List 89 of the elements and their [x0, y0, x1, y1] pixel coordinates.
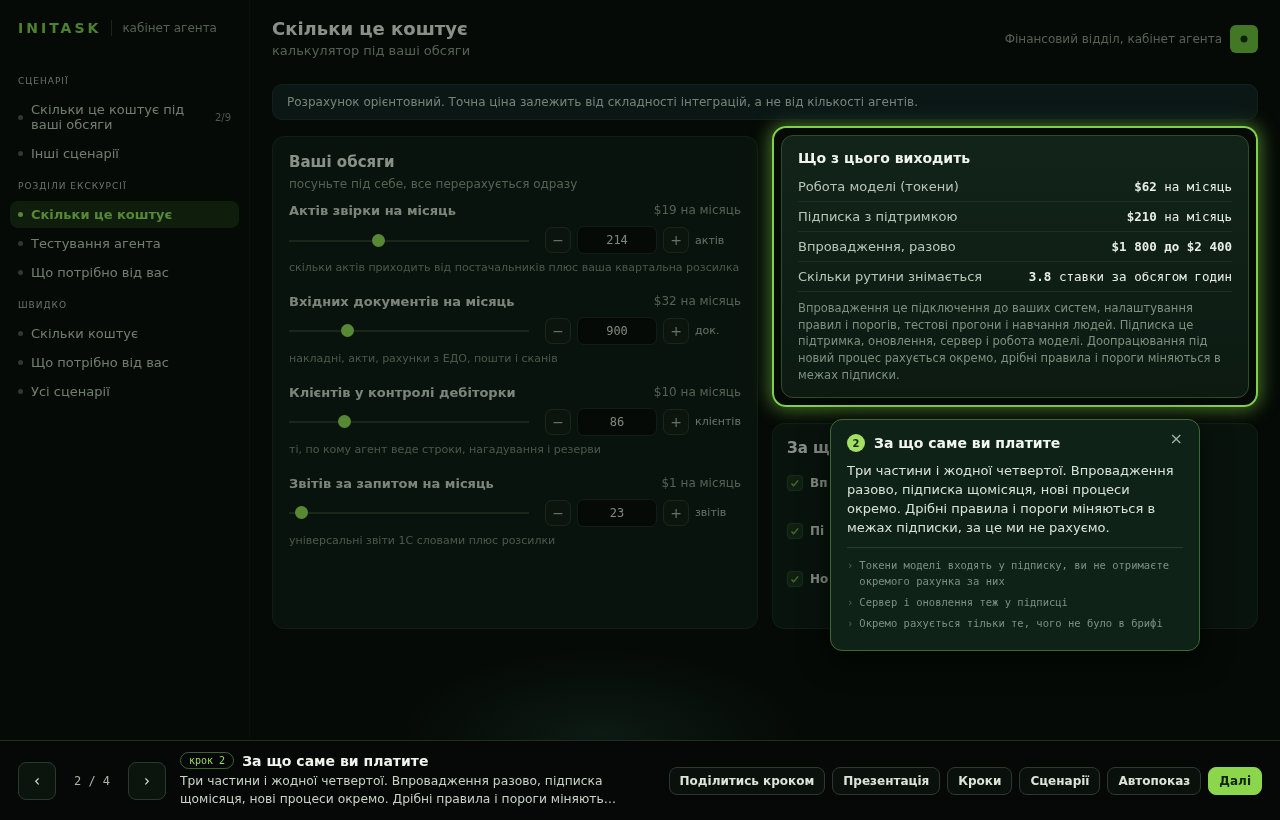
check-icon	[787, 475, 803, 492]
step-description: Три частини і жодної четвертої. Впровадження разово, підписка щомісяця, нові процеси окремо. Дрібні правила і пороги міняють…	[180, 773, 618, 808]
section-heading: ШВИДКО	[17, 299, 69, 312]
popup-text: Три частини і жодної четвертої. Впровадження разово, підписка щомісяця, нові процеси окремо. Дрібні правила і пороги міняються в межах підписки, за це ми не рахуємо.	[847, 462, 1183, 549]
number-field[interactable]: 23	[577, 498, 657, 527]
nav-item[interactable]: Що потрібно від вас	[10, 259, 239, 286]
unit-label: клієнтів	[695, 415, 741, 429]
input-label: Актів звірки на місяць	[289, 203, 456, 218]
slider[interactable]	[289, 324, 529, 338]
bullet-text: Сервер і оновлення теж у підписці	[859, 594, 1068, 610]
nav-item[interactable]: Скільки коштує	[10, 320, 239, 347]
cost-label: $10 на місяць	[653, 384, 741, 400]
app-subtitle: кабінет агента	[122, 21, 217, 35]
result-note: Впровадження це підключення до ваших систем, налаштування правил і порогів, тестові прогони і навчання людей. Підписка це підтримка, оновлення, сервер і робота моделі. Доопрацювання під новий процес рахується окремо, дрібні правила і пороги міняються в межах підписки.	[798, 300, 1222, 384]
input-hint: накладні, акти, рахунки з ЕДО, пошти і сканів	[289, 350, 559, 367]
avatar-icon[interactable]	[1230, 25, 1258, 53]
bullet-marker: ›	[847, 615, 854, 631]
coverage-item: Вп	[810, 476, 828, 491]
coverage-item: Пі	[810, 524, 825, 539]
next-button[interactable]: ›	[128, 761, 166, 800]
minus-button[interactable]: −	[545, 227, 571, 253]
step-counter: 2 / 4	[72, 773, 112, 788]
context-label: Фінансовий відділ, кабінет агента	[1004, 32, 1222, 46]
bullet-text: Токени моделі входять у підписку, ви не отримаєте окремого рахунка за них	[859, 558, 1171, 590]
logo: INITASK	[18, 20, 113, 36]
unit-label: док.	[695, 324, 721, 338]
card-title: Що з цього виходить	[798, 150, 972, 166]
minus-button[interactable]: −	[545, 499, 571, 526]
plus-button[interactable]: +	[663, 317, 689, 344]
nav-item[interactable]: Інші сценарії	[10, 140, 239, 167]
row-value: $62 на місяць	[1134, 179, 1232, 194]
cost-label: $1 на місяць	[661, 475, 741, 491]
section-heading: СЦЕНАРІЇ	[17, 75, 70, 88]
number-field[interactable]: 214	[577, 226, 657, 254]
tour-button[interactable]: Далі	[1208, 766, 1262, 795]
tour-button[interactable]: Презентація	[832, 766, 941, 795]
step-badge: 2	[847, 434, 865, 452]
row-label: Впровадження, разово	[798, 239, 956, 254]
nav-item[interactable]: Усі сценарії	[10, 378, 239, 405]
minus-button[interactable]: −	[545, 408, 571, 435]
page-title: Скільки це коштує	[272, 18, 469, 39]
nav-item[interactable]: Скільки це коштує під ваші обсяги 2/9	[10, 96, 239, 138]
tour-button[interactable]: Сценарії	[1019, 766, 1101, 795]
input-label: Звітів за запитом на місяць	[289, 475, 494, 491]
unit-label: актів	[695, 233, 726, 247]
row-label: Скільки рутини знімається	[798, 269, 983, 284]
close-button[interactable]: ×	[1169, 428, 1183, 448]
plus-button[interactable]: +	[663, 227, 689, 253]
input-hint: універсальні звіти 1С словами плюс розсилки	[289, 532, 557, 549]
bullet-marker: ›	[847, 594, 854, 610]
cost-label: $19 на місяць	[653, 203, 741, 218]
check-icon	[787, 523, 803, 540]
plus-button[interactable]: +	[663, 499, 689, 526]
input-label: Клієнтів у контролі дебіторки	[289, 384, 516, 400]
card-title: Ваші обсяги	[289, 153, 396, 171]
coverage-item: Но	[810, 572, 829, 587]
cost-label: $32 на місяць	[653, 293, 741, 309]
tour-button[interactable]: Поділитись кроком	[668, 766, 826, 795]
card-title: За щ	[787, 439, 830, 458]
number-field[interactable]: 86	[577, 407, 657, 436]
minus-button[interactable]: −	[545, 317, 571, 344]
section-heading: РОЗДІЛИ ЕКСКУРСІЇ	[17, 180, 128, 193]
step-title: За що саме ви платите	[242, 752, 429, 769]
input-hint: скільки актів приходить від постачальників плюс ваша квартальна розсилка	[289, 260, 741, 276]
input-label: Вхідних документів на місяць	[289, 293, 515, 309]
nav-item[interactable]: Скільки це коштує	[10, 201, 239, 228]
popup-title: За що саме ви платите	[874, 435, 1062, 451]
row-label: Робота моделі (токени)	[798, 179, 959, 194]
check-icon	[787, 571, 803, 588]
nav-item[interactable]: Тестування агента	[10, 230, 239, 257]
bullet-marker: ›	[847, 558, 854, 574]
unit-label: звітів	[695, 506, 728, 520]
row-value: 3.8 ставки за обсягом годин	[1028, 269, 1232, 284]
card-subtitle: посуньте під себе, все перерахується одразу	[289, 177, 579, 191]
page-subtitle: калькулятор під ваші обсяги	[272, 43, 471, 58]
plus-button[interactable]: +	[663, 408, 689, 435]
tour-button[interactable]: Автопоказ	[1107, 766, 1202, 795]
row-value: $210 на місяць	[1126, 209, 1232, 224]
notice-banner: Розрахунок орієнтовний. Точна ціна залежить від складності інтеграцій, а не від кількості агентів.	[272, 84, 1258, 120]
number-field[interactable]: 900	[577, 316, 657, 345]
row-label: Підписка з підтримкою	[798, 209, 958, 224]
slider[interactable]	[289, 415, 529, 429]
slider[interactable]	[289, 506, 529, 520]
tour-button[interactable]: Кроки	[947, 766, 1013, 795]
row-value: $1 800 до $2 400	[1111, 239, 1232, 254]
bullet-text: Окремо рахується тільки те, чого не було в брифі	[859, 615, 1163, 631]
previous-button[interactable]: ‹	[18, 761, 56, 800]
slider[interactable]	[289, 233, 529, 247]
nav-item[interactable]: Що потрібно від вас	[10, 349, 239, 376]
